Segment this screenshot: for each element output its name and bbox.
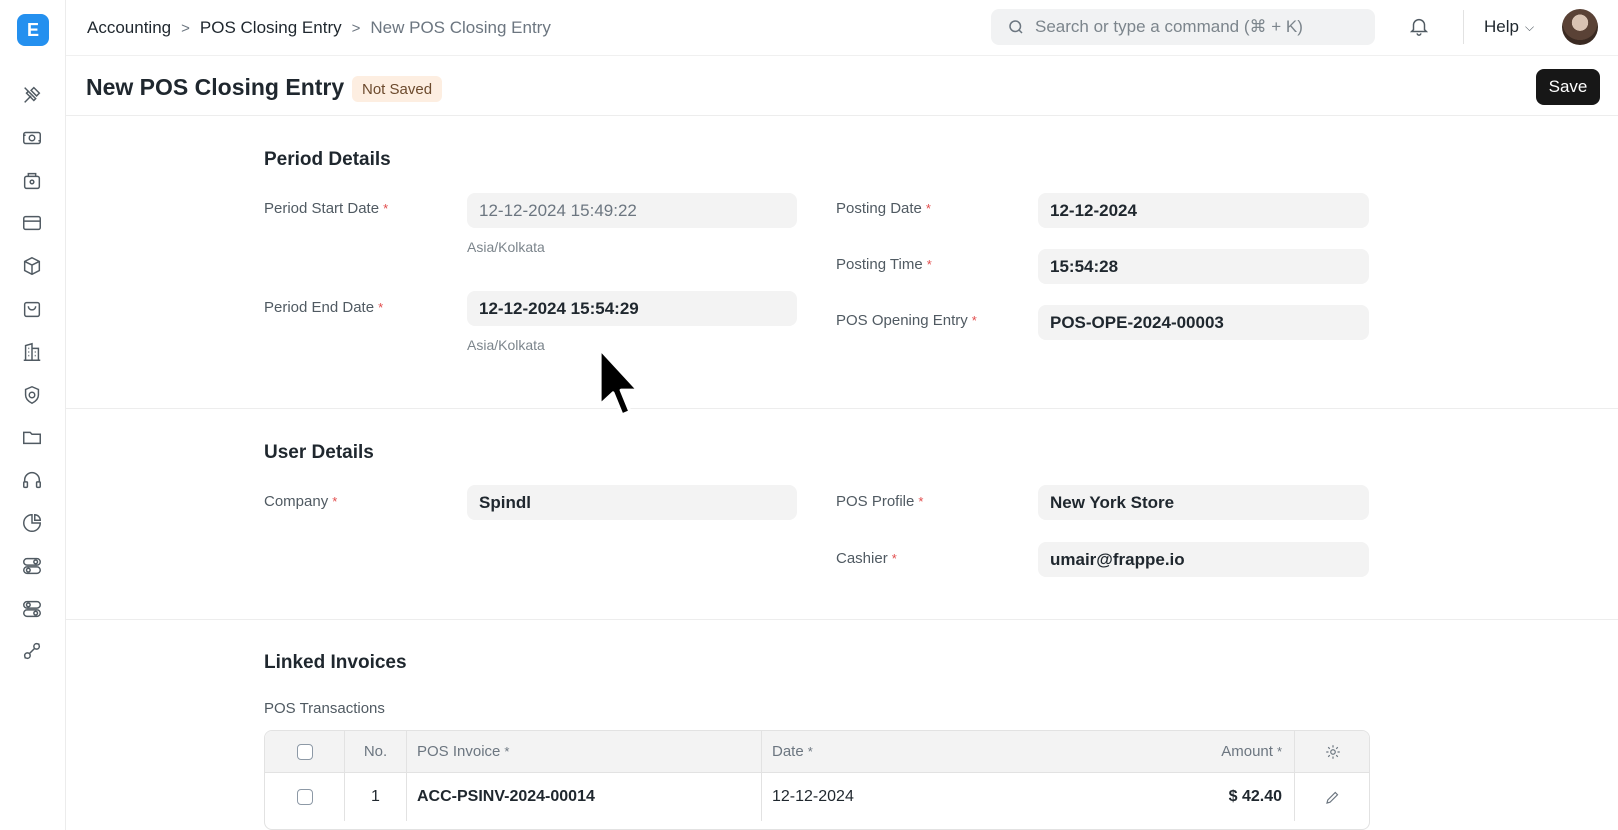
sidebar: E [0, 0, 66, 830]
pie-chart-icon[interactable] [19, 510, 45, 536]
search-input[interactable]: Search or type a command (⌘ + K) [991, 9, 1375, 45]
user-details-section: User Details Company * Spindl POS Profile… [66, 409, 1618, 620]
chevron-down-icon: ⌵ [1524, 19, 1535, 34]
search-icon [1009, 20, 1023, 34]
row-pos-invoice[interactable]: ACC-PSINV-2024-00014 [407, 773, 762, 821]
shopping-bag-icon[interactable] [19, 296, 45, 322]
period-start-field[interactable]: 12-12-2024 15:49:22 [467, 193, 797, 228]
col-amount: Amount * [762, 731, 1295, 772]
breadcrumb: Accounting > POS Closing Entry > New POS… [87, 18, 551, 38]
pos-profile-label: POS Profile * [836, 493, 924, 510]
folder-icon[interactable] [19, 424, 45, 450]
select-all-checkbox[interactable] [296, 743, 313, 760]
box-icon[interactable] [19, 253, 45, 279]
table-header: No. POS Invoice * Date * Amount * [265, 731, 1369, 773]
bell-icon[interactable] [1408, 15, 1434, 41]
breadcrumb-current: New POS Closing Entry [370, 18, 551, 37]
posting-time-label: Posting Time * [836, 256, 932, 273]
period-end-field[interactable]: 12-12-2024 15:54:29 [467, 291, 797, 326]
period-end-label: Period End Date * [264, 299, 384, 316]
col-no: No. [345, 731, 407, 772]
page-header: New POS Closing Entry Not Saved Save [66, 56, 1618, 116]
period-details-section: Period Details Period Start Date * 12-12-… [66, 116, 1618, 409]
pos-opening-entry-label: POS Opening Entry * [836, 312, 977, 329]
search-placeholder: Search or type a command (⌘ + K) [1035, 17, 1303, 36]
breadcrumb-pos-closing-entry[interactable]: POS Closing Entry [200, 18, 342, 38]
switch-icon[interactable] [19, 596, 45, 622]
status-badge: Not Saved [352, 76, 443, 102]
app-logo[interactable]: E [17, 14, 49, 46]
posting-time-field[interactable]: 15:54:28 [1038, 249, 1369, 284]
company-field[interactable]: Spindl [467, 485, 797, 520]
select-all-cell [265, 731, 345, 772]
card-icon[interactable] [19, 210, 45, 236]
help-dropdown[interactable]: Help ⌵ [1484, 17, 1534, 37]
mouse-cursor-icon [596, 345, 644, 428]
pos-opening-entry-field[interactable]: POS-OPE-2024-00003 [1038, 305, 1369, 340]
company-label: Company * [264, 493, 338, 510]
breadcrumb-accounting[interactable]: Accounting [87, 18, 171, 38]
pencil-icon[interactable] [1295, 773, 1369, 821]
avatar[interactable] [1562, 9, 1598, 45]
row-amount[interactable]: $ 42.40 [1062, 773, 1295, 821]
period-end-timezone: Asia/Kolkata [467, 337, 545, 353]
page-title: New POS Closing Entry [86, 74, 345, 100]
building-icon[interactable] [19, 339, 45, 365]
navbar-divider [1463, 10, 1464, 44]
pos-transactions-table: No. POS Invoice * Date * Amount * 1 ACC-PSI… [264, 730, 1370, 830]
chevron-right-icon: > [181, 19, 190, 37]
table-row[interactable]: 1 ACC-PSINV-2024-00014 12-12-2024 $ 42.4… [265, 773, 1369, 821]
save-button[interactable]: Save [1536, 69, 1600, 105]
toggle-icon[interactable] [19, 553, 45, 579]
help-label: Help [1484, 17, 1519, 36]
integration-icon[interactable] [19, 638, 45, 664]
section-title: Period Details [264, 149, 391, 170]
pos-transactions-label: POS Transactions [264, 700, 385, 717]
cashier-label: Cashier * [836, 550, 897, 567]
col-pos-invoice: POS Invoice * [407, 731, 762, 772]
posting-date-field[interactable]: 12-12-2024 [1038, 193, 1369, 228]
headset-icon[interactable] [19, 467, 45, 493]
row-select-cell [265, 773, 345, 821]
chevron-right-icon: > [351, 19, 361, 37]
row-checkbox[interactable] [296, 789, 313, 805]
linked-invoices-title: Linked Invoices [264, 652, 407, 673]
shield-icon[interactable] [19, 382, 45, 408]
gear-icon[interactable] [1295, 731, 1369, 772]
period-start-timezone: Asia/Kolkata [467, 239, 545, 255]
pos-profile-field[interactable]: New York Store [1038, 485, 1369, 520]
cashier-field[interactable]: umair@frappe.io [1038, 542, 1369, 577]
section-title: User Details [264, 442, 374, 463]
posting-date-label: Posting Date * [836, 200, 931, 217]
period-start-label: Period Start Date * [264, 200, 389, 217]
tools-icon[interactable] [19, 82, 45, 108]
top-navbar: Accounting > POS Closing Entry > New POS… [66, 0, 1618, 56]
row-no: 1 [345, 773, 407, 821]
pos-icon[interactable] [19, 168, 45, 194]
money-icon[interactable] [19, 125, 45, 151]
